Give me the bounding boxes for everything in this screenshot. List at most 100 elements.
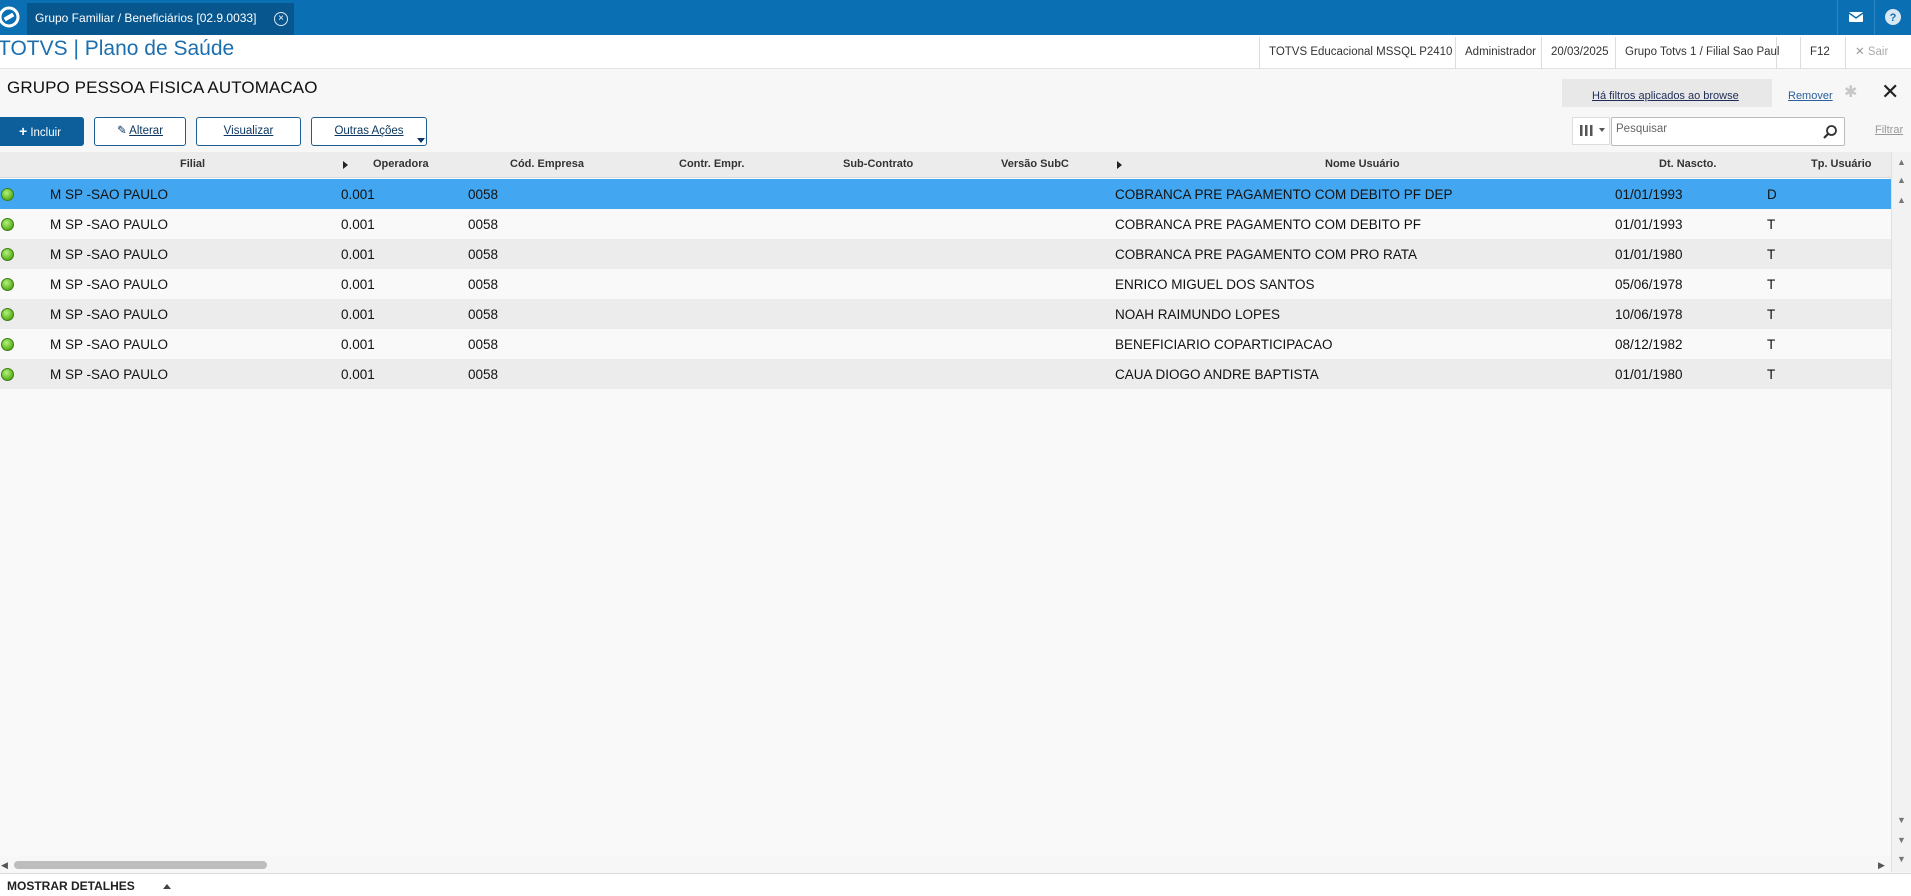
- search-input[interactable]: [1616, 123, 1816, 135]
- exit-button[interactable]: ✕ Sair: [1845, 37, 1897, 69]
- cell-tipo: T: [1767, 337, 1776, 352]
- scroll-bottom-icon[interactable]: ▼: [1897, 855, 1906, 864]
- column-header-tp-usuario[interactable]: Tp. Usuário: [1811, 158, 1872, 170]
- other-actions-button[interactable]: Outras Ações: [311, 117, 427, 146]
- mail-button[interactable]: [1837, 0, 1873, 35]
- scroll-down-icon[interactable]: ▼: [1897, 816, 1906, 825]
- show-details-label[interactable]: MOSTRAR DETALHES: [7, 879, 135, 893]
- column-selector[interactable]: [1572, 117, 1610, 145]
- scroll-up-icon[interactable]: ▲: [1897, 196, 1906, 205]
- column-header-filial[interactable]: Filial: [180, 158, 205, 170]
- cell-filial: M SP -SAO PAULO: [50, 217, 169, 232]
- cell-empresa: 0058: [468, 277, 499, 292]
- cell-tipo: T: [1767, 217, 1776, 232]
- f12-button[interactable]: F12: [1800, 37, 1839, 69]
- column-header-cod-empresa[interactable]: Cód. Empresa: [510, 158, 584, 170]
- cell-nascto: 01/01/1980: [1615, 247, 1683, 262]
- cell-nome: COBRANCA PRE PAGAMENTO COM DEBITO PF DEP: [1115, 187, 1453, 202]
- search-icon[interactable]: [1822, 124, 1838, 140]
- cell-operadora: 0.001: [341, 307, 375, 322]
- status-active-icon: [1, 278, 14, 291]
- include-button[interactable]: + Incluir: [0, 117, 84, 146]
- chevron-up-icon[interactable]: [163, 884, 171, 889]
- cell-filial: M SP -SAO PAULO: [50, 307, 169, 322]
- scroll-top-icon[interactable]: ▲: [1897, 158, 1906, 167]
- status-active-icon: [1, 218, 14, 231]
- column-expand-icon[interactable]: [343, 161, 348, 169]
- cell-nome: ENRICO MIGUEL DOS SANTOS: [1115, 277, 1315, 292]
- cell-empresa: 0058: [468, 247, 499, 262]
- app-title: TOTVS | Plano de Saúde: [0, 37, 235, 60]
- column-header-contr-empr[interactable]: Contr. Empr.: [679, 158, 744, 170]
- close-browse-icon[interactable]: ✕: [1881, 79, 1899, 105]
- date-info[interactable]: 20/03/2025: [1541, 37, 1618, 69]
- scroll-page-up-icon[interactable]: ▲: [1897, 176, 1906, 185]
- tab-grupo-familiar[interactable]: Grupo Familiar / Beneficiários [02.9.003…: [27, 3, 294, 35]
- cell-filial: M SP -SAO PAULO: [50, 247, 169, 262]
- search-box: [1611, 117, 1845, 146]
- cell-tipo: T: [1767, 367, 1776, 382]
- vertical-scrollbar[interactable]: ▲ ▲ ▲ ▼ ▼ ▼: [1891, 152, 1911, 872]
- app-header: TOTVS | Plano de Saúde TOTVS Educacional…: [0, 35, 1911, 69]
- filter-link[interactable]: Filtrar: [1875, 124, 1903, 136]
- close-icon: ✕: [1855, 46, 1865, 58]
- table-row[interactable]: M SP -SAO PAULO 0.001 0058 CAUA DIOGO AN…: [0, 359, 1891, 389]
- scroll-page-down-icon[interactable]: ▼: [1897, 836, 1906, 845]
- column-header-versao-subc[interactable]: Versão SubC: [1001, 158, 1069, 170]
- environment-info[interactable]: TOTVS Educacional MSSQL P2410: [1259, 37, 1461, 69]
- status-active-icon: [1, 248, 14, 261]
- tab-title: Grupo Familiar / Beneficiários [02.9.003…: [35, 11, 257, 25]
- other-actions-label: Outras Ações: [334, 125, 404, 137]
- plus-icon: +: [18, 123, 28, 139]
- scroll-left-icon[interactable]: ◀: [1, 860, 8, 871]
- filter-notice-link[interactable]: Há filtros aplicados ao browse: [1592, 90, 1739, 102]
- beneficiaries-grid: Filial Operadora Cód. Empresa Contr. Emp…: [0, 152, 1891, 856]
- scroll-right-icon[interactable]: ▶: [1878, 860, 1885, 871]
- cell-nome: BENEFICIARIO COPARTICIPACAO: [1115, 337, 1333, 352]
- totvs-logo-icon: [0, 6, 20, 28]
- details-footer[interactable]: MOSTRAR DETALHES: [0, 873, 1911, 896]
- view-button[interactable]: Visualizar: [196, 117, 301, 146]
- column-header-dt-nascto[interactable]: Dt. Nascto.: [1659, 158, 1716, 170]
- page-title: GRUPO PESSOA FISICA AUTOMACAO: [7, 78, 318, 97]
- cell-operadora: 0.001: [341, 277, 375, 292]
- columns-icon: [1580, 125, 1605, 136]
- mail-icon: [1848, 12, 1864, 22]
- column-header-nome-usuario[interactable]: Nome Usuário: [1325, 158, 1400, 170]
- table-row[interactable]: M SP -SAO PAULO 0.001 0058 COBRANCA PRE …: [0, 209, 1891, 239]
- cell-tipo: T: [1767, 307, 1776, 322]
- table-row[interactable]: M SP -SAO PAULO 0.001 0058 BENEFICIARIO …: [0, 329, 1891, 359]
- cell-nascto: 01/01/1993: [1615, 187, 1683, 202]
- table-row[interactable]: M SP -SAO PAULO 0.001 0058 ENRICO MIGUEL…: [0, 269, 1891, 299]
- cell-operadora: 0.001: [341, 367, 375, 382]
- title-bar: Grupo Familiar / Beneficiários [02.9.003…: [0, 0, 1911, 35]
- status-active-icon: [1, 188, 14, 201]
- cell-empresa: 0058: [468, 217, 499, 232]
- table-row[interactable]: M SP -SAO PAULO 0.001 0058 COBRANCA PRE …: [0, 179, 1891, 209]
- table-row[interactable]: M SP -SAO PAULO 0.001 0058 NOAH RAIMUNDO…: [0, 299, 1891, 329]
- cell-tipo: T: [1767, 277, 1776, 292]
- help-button[interactable]: ?: [1874, 0, 1910, 35]
- horizontal-scroll-thumb[interactable]: [14, 861, 267, 869]
- chevron-down-icon: [417, 138, 425, 143]
- user-info[interactable]: Administrador: [1455, 37, 1545, 69]
- remove-filter-link[interactable]: Remover: [1788, 90, 1833, 102]
- cell-filial: M SP -SAO PAULO: [50, 337, 169, 352]
- status-active-icon: [1, 308, 14, 321]
- column-header-operadora[interactable]: Operadora: [373, 158, 429, 170]
- branch-info[interactable]: Grupo Totvs 1 / Filial Sao Paul: [1615, 37, 1788, 69]
- cell-nascto: 05/06/1978: [1615, 277, 1683, 292]
- edit-button[interactable]: ✎ Alterar: [94, 117, 186, 146]
- status-active-icon: [1, 338, 14, 351]
- pencil-icon: ✎: [116, 125, 127, 137]
- tab-close-icon[interactable]: ×: [274, 12, 288, 26]
- horizontal-scrollbar[interactable]: ◀ ▶: [0, 857, 1891, 873]
- gear-icon[interactable]: ✱: [1844, 82, 1857, 102]
- table-row[interactable]: M SP -SAO PAULO 0.001 0058 COBRANCA PRE …: [0, 239, 1891, 269]
- cell-operadora: 0.001: [341, 337, 375, 352]
- cell-empresa: 0058: [468, 187, 499, 202]
- column-header-sub-contrato[interactable]: Sub-Contrato: [843, 158, 913, 170]
- column-expand-icon[interactable]: [1117, 161, 1122, 169]
- include-label: Incluir: [30, 127, 62, 139]
- cell-operadora: 0.001: [341, 247, 375, 262]
